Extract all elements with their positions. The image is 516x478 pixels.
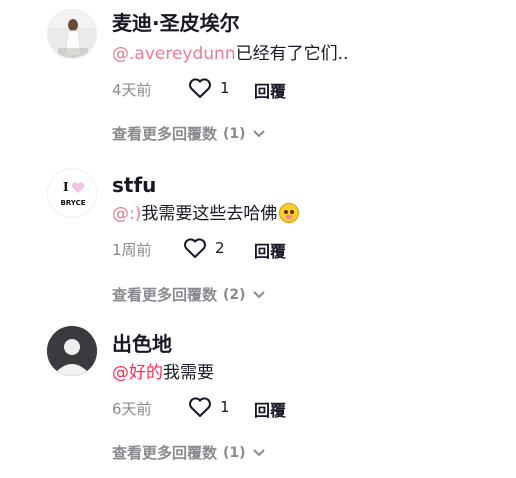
heart-outline-icon — [184, 238, 206, 258]
timestamp: 6天前 — [112, 400, 152, 418]
avatar[interactable]: I BRYCE — [47, 168, 97, 218]
mention-link[interactable]: @好的 — [112, 363, 163, 383]
comment-text: @好的我需要 — [112, 362, 214, 384]
default-avatar-icon — [47, 326, 97, 376]
comment-body: 已经有了它们.. — [235, 44, 349, 64]
avatar-photo — [48, 10, 96, 58]
view-more-replies[interactable]: 查看更多回覆数 (1) — [112, 442, 266, 463]
comment-text: @:)我需要这些去哈佛 — [112, 203, 300, 225]
like-count: 2 — [215, 239, 225, 257]
like-button[interactable]: 1 — [188, 396, 230, 418]
reply-count: (1) — [223, 444, 246, 461]
svg-text:I: I — [63, 180, 69, 194]
svg-text:BRYCE: BRYCE — [60, 199, 85, 207]
timestamp: 4天前 — [112, 81, 152, 99]
comment-meta: 4天前 1 回覆 — [112, 77, 412, 101]
username[interactable]: 麦迪·圣皮埃尔 — [112, 10, 240, 36]
view-more-label: 查看更多回覆数 — [112, 286, 218, 304]
pleading-face-emoji — [279, 203, 300, 223]
reply-button[interactable]: 回覆 — [254, 78, 286, 102]
comment-text: @.avereydunn已经有了它们.. — [112, 43, 348, 65]
comment-meta: 1周前 2 回覆 — [112, 237, 412, 261]
like-count: 1 — [220, 79, 230, 97]
username[interactable]: stfu — [112, 172, 156, 198]
avatar-logo: I BRYCE — [48, 169, 96, 217]
mention-link[interactable]: @:) — [112, 204, 141, 224]
chevron-down-icon — [252, 448, 265, 456]
username[interactable]: 出色地 — [112, 331, 172, 357]
timestamp: 1周前 — [112, 241, 152, 259]
chevron-down-icon — [252, 129, 265, 137]
heart-outline-icon — [189, 397, 211, 417]
view-more-label: 查看更多回覆数 — [112, 125, 218, 143]
like-button[interactable]: 2 — [183, 237, 225, 259]
comment-meta: 6天前 1 回覆 — [112, 396, 412, 420]
view-more-replies[interactable]: 查看更多回覆数 (2) — [112, 284, 266, 305]
mention-link[interactable]: @.avereydunn — [112, 44, 236, 64]
view-more-replies[interactable]: 查看更多回覆数 (1) — [112, 123, 266, 144]
reply-button[interactable]: 回覆 — [254, 397, 286, 421]
chevron-down-icon — [252, 290, 265, 298]
reply-button[interactable]: 回覆 — [254, 238, 286, 262]
avatar[interactable] — [47, 326, 97, 376]
avatar[interactable] — [47, 9, 97, 59]
heart-outline-icon — [189, 78, 211, 98]
like-count: 1 — [220, 398, 230, 416]
like-button[interactable]: 1 — [188, 77, 230, 99]
view-more-label: 查看更多回覆数 — [112, 444, 218, 462]
reply-count: (1) — [223, 125, 246, 142]
comment-body: 我需要 — [163, 363, 214, 383]
reply-count: (2) — [223, 286, 246, 303]
comment-body: 我需要这些去哈佛 — [141, 204, 278, 224]
